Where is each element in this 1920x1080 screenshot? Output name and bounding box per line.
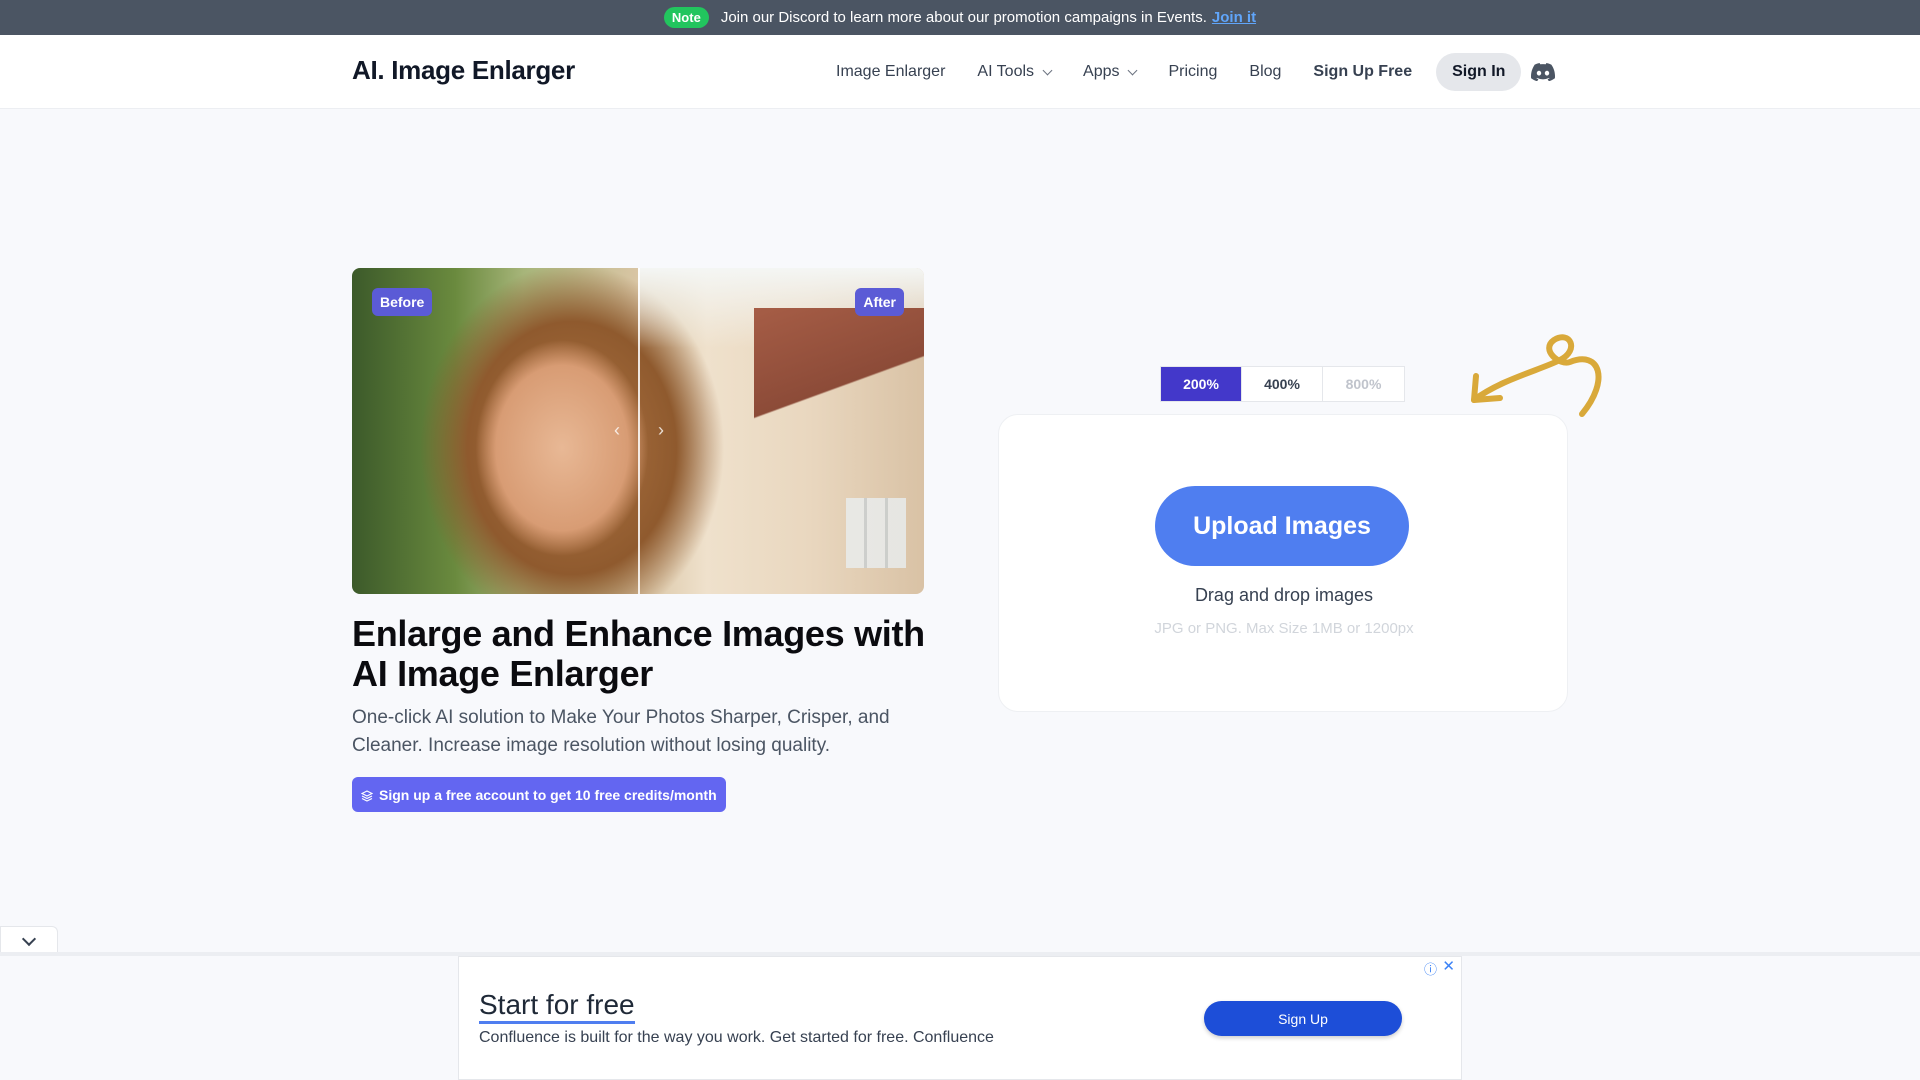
page-title: Enlarge and Enhance Images with AI Image… — [352, 613, 925, 694]
drag-drop-text: Drag and drop images — [1194, 585, 1374, 605]
ad-title[interactable]: Start for free — [479, 989, 635, 1024]
join-discord-link[interactable]: Join it — [1212, 9, 1256, 26]
before-after-image[interactable]: ‹ › Before After — [352, 268, 924, 594]
ad-info-icon[interactable]: ⓘ — [1424, 959, 1437, 978]
nav-ai-tools-label: AI Tools — [977, 63, 1035, 80]
sign-up-free-button[interactable]: Sign Up Free — [1313, 63, 1412, 81]
nav-blog[interactable]: Blog — [1249, 63, 1281, 81]
close-icon[interactable]: ✕ — [1442, 957, 1455, 975]
ad-sign-up-button[interactable]: Sign Up — [1204, 1001, 1402, 1036]
ad-description: Confluence is built for the way you work… — [479, 1029, 994, 1046]
layers-icon — [360, 789, 374, 802]
chevron-right-icon: › — [658, 420, 664, 440]
nav-pricing[interactable]: Pricing — [1168, 63, 1217, 81]
nav-ai-tools[interactable]: AI Tools — [977, 63, 1053, 81]
note-badge: Note — [663, 7, 709, 28]
advertisement-banner[interactable]: ⓘ ✕ Start for free Confluence is built f… — [458, 956, 1462, 1080]
scale-selector: 200% 400% 800% — [1160, 366, 1405, 402]
announcement-text: Join our Discord to learn more about our… — [720, 9, 1207, 26]
chevron-down-icon — [1128, 65, 1138, 75]
free-credits-label: Sign up a free account to get 10 free cr… — [379, 786, 717, 803]
house-window — [846, 498, 906, 568]
slider-arrows: ‹ › — [614, 420, 664, 440]
nav-blog-label: Blog — [1249, 63, 1282, 80]
house-roof — [754, 308, 924, 428]
main-nav: Image Enlarger AI Tools Apps Pricing Blo… — [836, 52, 1556, 92]
chevron-down-icon — [1042, 65, 1053, 75]
chevron-left-icon: ‹ — [614, 420, 620, 440]
file-requirements-hint: JPG or PNG. Max Size 1MB or 1200px — [1154, 620, 1414, 637]
page-subtitle: One-click AI solution to Make Your Photo… — [352, 707, 890, 756]
announcement-bar: Note Join our Discord to learn more abou… — [0, 0, 1920, 35]
after-label: After — [855, 288, 904, 316]
nav-pricing-label: Pricing — [1168, 63, 1218, 80]
upload-images-button[interactable]: Upload Images — [1155, 486, 1409, 566]
site-logo[interactable]: AI. Image Enlarger — [352, 55, 575, 86]
chevron-down-icon — [21, 931, 37, 947]
scale-option-200[interactable]: 200% — [1161, 367, 1242, 401]
nav-image-enlarger[interactable]: Image Enlarger — [836, 63, 945, 81]
upload-dropzone[interactable]: Upload Images Drag and drop images JPG o… — [998, 414, 1568, 712]
free-credits-button[interactable]: Sign up a free account to get 10 free cr… — [352, 777, 726, 812]
site-header: AI. Image Enlarger Image Enlarger AI Too… — [0, 35, 1920, 109]
nav-apps-label: Apps — [1083, 63, 1120, 80]
scale-option-400[interactable]: 400% — [1242, 367, 1323, 401]
nav-apps[interactable]: Apps — [1083, 63, 1138, 81]
discord-icon[interactable] — [1531, 63, 1556, 81]
sign-in-button[interactable]: Sign In — [1436, 53, 1522, 91]
nav-image-enlarger-label: Image Enlarger — [836, 63, 946, 80]
scale-option-800[interactable]: 800% — [1323, 367, 1404, 401]
before-label: Before — [372, 288, 433, 316]
curved-arrow-doodle-icon — [1471, 334, 1602, 417]
